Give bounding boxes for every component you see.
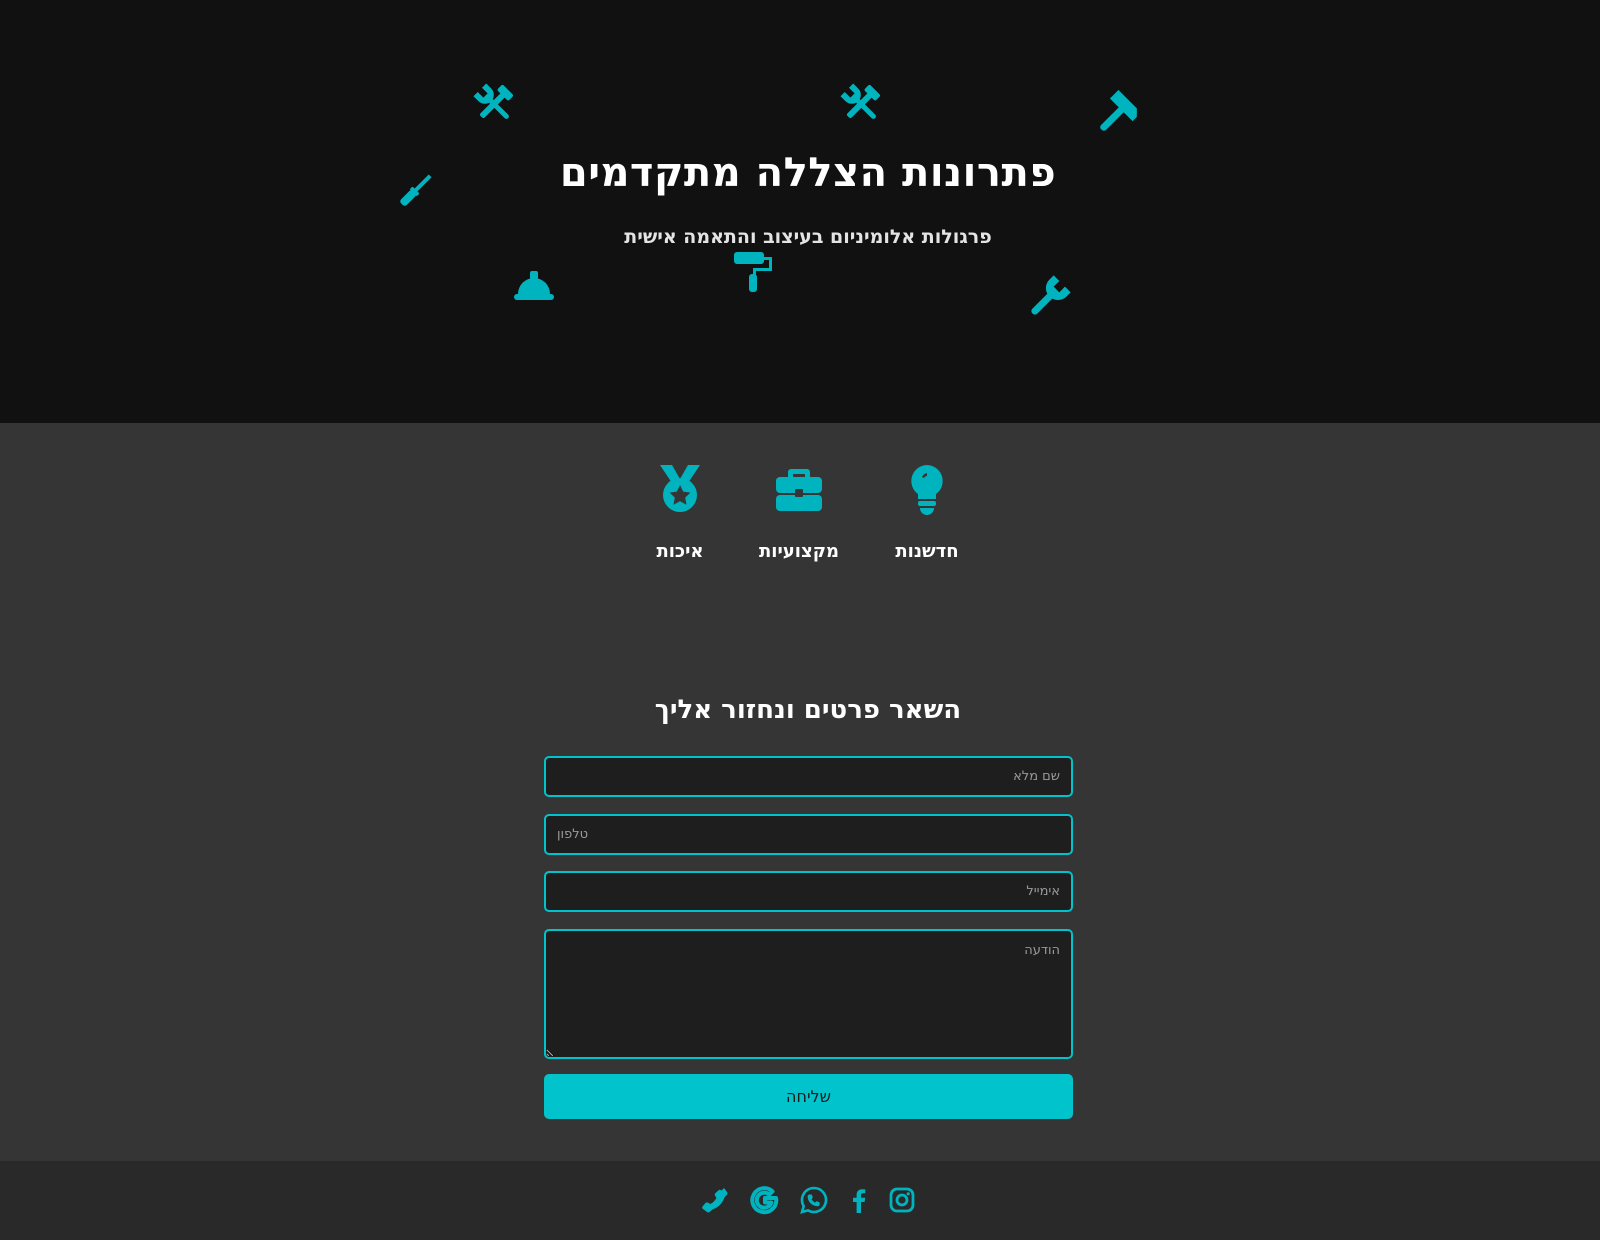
- google-icon[interactable]: [750, 1185, 780, 1215]
- submit-button[interactable]: שליחה: [544, 1074, 1073, 1119]
- feature-professionalism: מקצועיות: [734, 463, 864, 562]
- lightbulb-icon: [901, 463, 953, 515]
- footer: [0, 1161, 1600, 1240]
- feature-quality: איכות: [615, 463, 745, 562]
- email-input[interactable]: [544, 871, 1073, 912]
- award-medal-icon: [654, 463, 706, 515]
- tools-icon: [470, 80, 518, 128]
- paint-roller-icon: [732, 252, 780, 300]
- instagram-icon[interactable]: [887, 1185, 917, 1215]
- phone-input[interactable]: [544, 814, 1073, 855]
- briefcase-icon: [773, 463, 825, 515]
- hero-subtitle: פרגולות אלומיניום בעיצוב והתאמה אישית: [624, 226, 992, 248]
- wrench-icon: [1024, 274, 1072, 322]
- tools-icon: [837, 80, 885, 128]
- facebook-icon[interactable]: [844, 1185, 874, 1215]
- hard-hat-icon: [510, 262, 558, 310]
- feature-label-professionalism: מקצועיות: [759, 541, 839, 562]
- feature-label-innovation: חדשנות: [895, 541, 959, 562]
- feature-label-quality: איכות: [656, 541, 704, 562]
- main-section: איכות מקצועיות חדשנות השאר פרטים ונחזור …: [0, 423, 1600, 1161]
- hero-section: פתרונות הצללה מתקדמים פרגולות אלומיניום …: [0, 0, 1600, 423]
- hammer-icon: [1093, 90, 1141, 138]
- phone-icon[interactable]: [700, 1185, 730, 1215]
- feature-innovation: חדשנות: [862, 463, 992, 562]
- message-textarea[interactable]: [544, 929, 1073, 1059]
- form-title: השאר פרטים ונחזור אליך: [654, 695, 962, 725]
- full-name-input[interactable]: [544, 756, 1073, 797]
- whatsapp-icon[interactable]: [799, 1185, 829, 1215]
- hero-title: פתרונות הצללה מתקדמים: [559, 150, 1057, 196]
